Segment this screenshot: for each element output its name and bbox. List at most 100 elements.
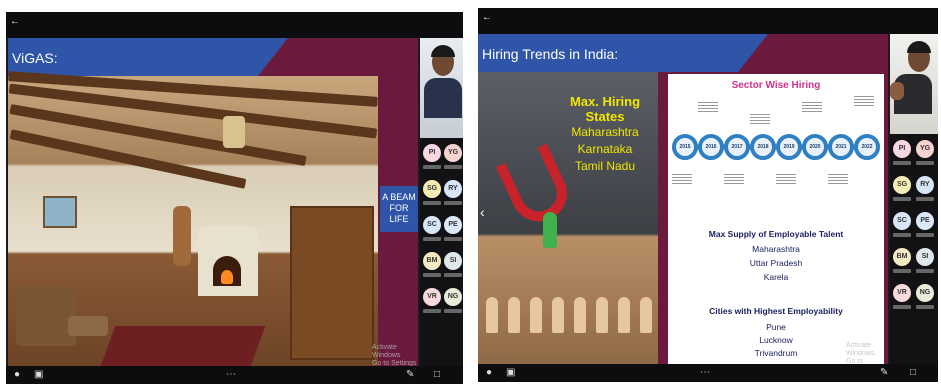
participant-name bbox=[916, 269, 934, 273]
participant-name bbox=[423, 309, 441, 313]
year-ring: 2017 bbox=[724, 134, 750, 160]
bottom-toolbar: ● ▣ ⋯ ✎ □ bbox=[478, 364, 938, 382]
participant-avatar[interactable]: SC bbox=[893, 212, 911, 230]
pen-icon[interactable]: ✎ bbox=[880, 367, 888, 378]
more-icon[interactable]: ⋯ bbox=[700, 367, 710, 378]
participant-name bbox=[444, 201, 462, 205]
participant-avatar[interactable]: YG bbox=[444, 144, 462, 162]
year-ring: 2016 bbox=[698, 134, 724, 160]
participant-name bbox=[893, 233, 911, 237]
participant-avatar[interactable]: VR bbox=[423, 288, 441, 306]
participant-name bbox=[423, 165, 441, 169]
ceiling-beam bbox=[8, 71, 378, 107]
sector-note bbox=[698, 102, 718, 112]
participant-avatar[interactable]: VR bbox=[893, 284, 911, 302]
ottoman bbox=[68, 316, 108, 336]
participant-avatar[interactable]: BM bbox=[893, 248, 911, 266]
sector-infographic: Sector Wise Hiring 2015 2016 2017 2018 2… bbox=[668, 74, 884, 364]
pen-icon[interactable]: ✎ bbox=[406, 369, 414, 380]
meeting-screenshot-left: ← ViGAS: A BEAM FOR LIFE Activate Window… bbox=[6, 12, 463, 384]
top-bar: ← bbox=[478, 8, 938, 34]
participant-name bbox=[916, 197, 934, 201]
talent-item: Uttar Pradesh bbox=[749, 258, 803, 268]
wooden-figure bbox=[640, 297, 652, 333]
slide-title-band: Hiring Trends in India: bbox=[478, 34, 768, 72]
chat-icon[interactable]: ▣ bbox=[506, 367, 515, 378]
participant-avatar[interactable]: SG bbox=[893, 176, 911, 194]
participant-avatar[interactable]: SG bbox=[423, 180, 441, 198]
back-arrow-icon[interactable]: ← bbox=[10, 16, 20, 27]
city-item: Pune bbox=[766, 322, 786, 332]
participant-avatar[interactable]: YG bbox=[916, 140, 934, 158]
participant-avatar[interactable]: NG bbox=[916, 284, 934, 302]
state-item: Karnataka bbox=[577, 142, 633, 156]
participant-avatar[interactable]: SI bbox=[916, 248, 934, 266]
presenter-video[interactable] bbox=[420, 38, 463, 138]
talent-item: Karela bbox=[763, 272, 789, 282]
chevron-left-icon[interactable]: ‹ bbox=[480, 204, 485, 220]
sector-note bbox=[776, 174, 796, 184]
chat-icon[interactable]: ▣ bbox=[34, 369, 43, 380]
menu-icon[interactable]: ● bbox=[14, 369, 20, 380]
shared-slide: Hiring Trends in India: Max. Hiring Stat… bbox=[478, 34, 888, 366]
state-item: Maharashtra bbox=[571, 125, 639, 139]
participant-avatar[interactable]: PI bbox=[893, 140, 911, 158]
participant-name bbox=[423, 273, 441, 277]
wooden-armoire bbox=[290, 206, 374, 360]
watermark-line: Activate Windows bbox=[846, 342, 875, 357]
participant-avatar[interactable]: SI bbox=[444, 252, 462, 270]
presenter-video[interactable] bbox=[890, 34, 938, 134]
participant-avatar[interactable]: RY bbox=[444, 180, 462, 198]
year-ring: 2015 bbox=[672, 134, 698, 160]
participant-name bbox=[423, 237, 441, 241]
talent-item: Maharashtra bbox=[752, 244, 800, 254]
participant-avatar[interactable]: BM bbox=[423, 252, 441, 270]
slide-title: ViGAS: bbox=[12, 50, 58, 66]
menu-icon[interactable]: ● bbox=[486, 367, 492, 378]
participant-name bbox=[893, 269, 911, 273]
year-ring: 2022 bbox=[854, 134, 880, 160]
slide-title-band: ViGAS: bbox=[8, 38, 288, 76]
participant-avatar[interactable]: SC bbox=[423, 216, 441, 234]
participant-name bbox=[893, 197, 911, 201]
participant-name bbox=[916, 233, 934, 237]
participant-avatar[interactable]: PE bbox=[444, 216, 462, 234]
participant-name bbox=[893, 161, 911, 165]
window-icon[interactable]: □ bbox=[910, 367, 916, 378]
states-title: Max. Hiring States bbox=[569, 94, 641, 124]
activate-windows-watermark: Activate Windows Go to Settings to activ… bbox=[372, 344, 418, 368]
more-icon[interactable]: ⋯ bbox=[226, 369, 236, 380]
fireplace bbox=[198, 226, 258, 296]
armchair bbox=[16, 286, 76, 346]
pendant-lamp bbox=[223, 116, 245, 148]
fire-opening bbox=[213, 256, 241, 286]
participant-name bbox=[444, 309, 462, 313]
participants-panel[interactable]: PI YG SG RY SC PE BM SI VR NG bbox=[890, 34, 938, 364]
participant-avatar[interactable]: PE bbox=[916, 212, 934, 230]
back-arrow-icon[interactable]: ← bbox=[482, 12, 492, 23]
year-ring: 2018 bbox=[750, 134, 776, 160]
participant-name bbox=[916, 305, 934, 309]
participant-avatar[interactable]: NG bbox=[444, 288, 462, 306]
shared-slide: ViGAS: A BEAM FOR LIFE Activate Windows … bbox=[8, 38, 418, 368]
ceiling-beam bbox=[9, 129, 247, 189]
talent-title: Max Supply of Employable Talent bbox=[708, 229, 844, 239]
sector-note bbox=[724, 174, 744, 184]
participant-name bbox=[916, 161, 934, 165]
wooden-figure bbox=[618, 297, 630, 333]
wall-painting bbox=[43, 196, 77, 228]
wooden-figure bbox=[508, 297, 520, 333]
participants-panel[interactable]: PI YG SG RY SC PE BM SI VR NG bbox=[420, 38, 463, 366]
presenter-hair bbox=[907, 41, 931, 53]
wooden-figure bbox=[552, 297, 564, 333]
hiring-states-block: Max. Hiring States Maharashtra Karnataka… bbox=[550, 94, 660, 175]
participant-name bbox=[444, 237, 462, 241]
window-icon[interactable]: □ bbox=[434, 369, 440, 380]
participant-name bbox=[893, 305, 911, 309]
participant-avatar[interactable]: PI bbox=[423, 144, 441, 162]
participant-avatar[interactable]: RY bbox=[916, 176, 934, 194]
sector-note bbox=[750, 114, 770, 124]
presenter-hair bbox=[431, 45, 455, 57]
wooden-figure bbox=[596, 297, 608, 333]
participant-name bbox=[444, 273, 462, 277]
